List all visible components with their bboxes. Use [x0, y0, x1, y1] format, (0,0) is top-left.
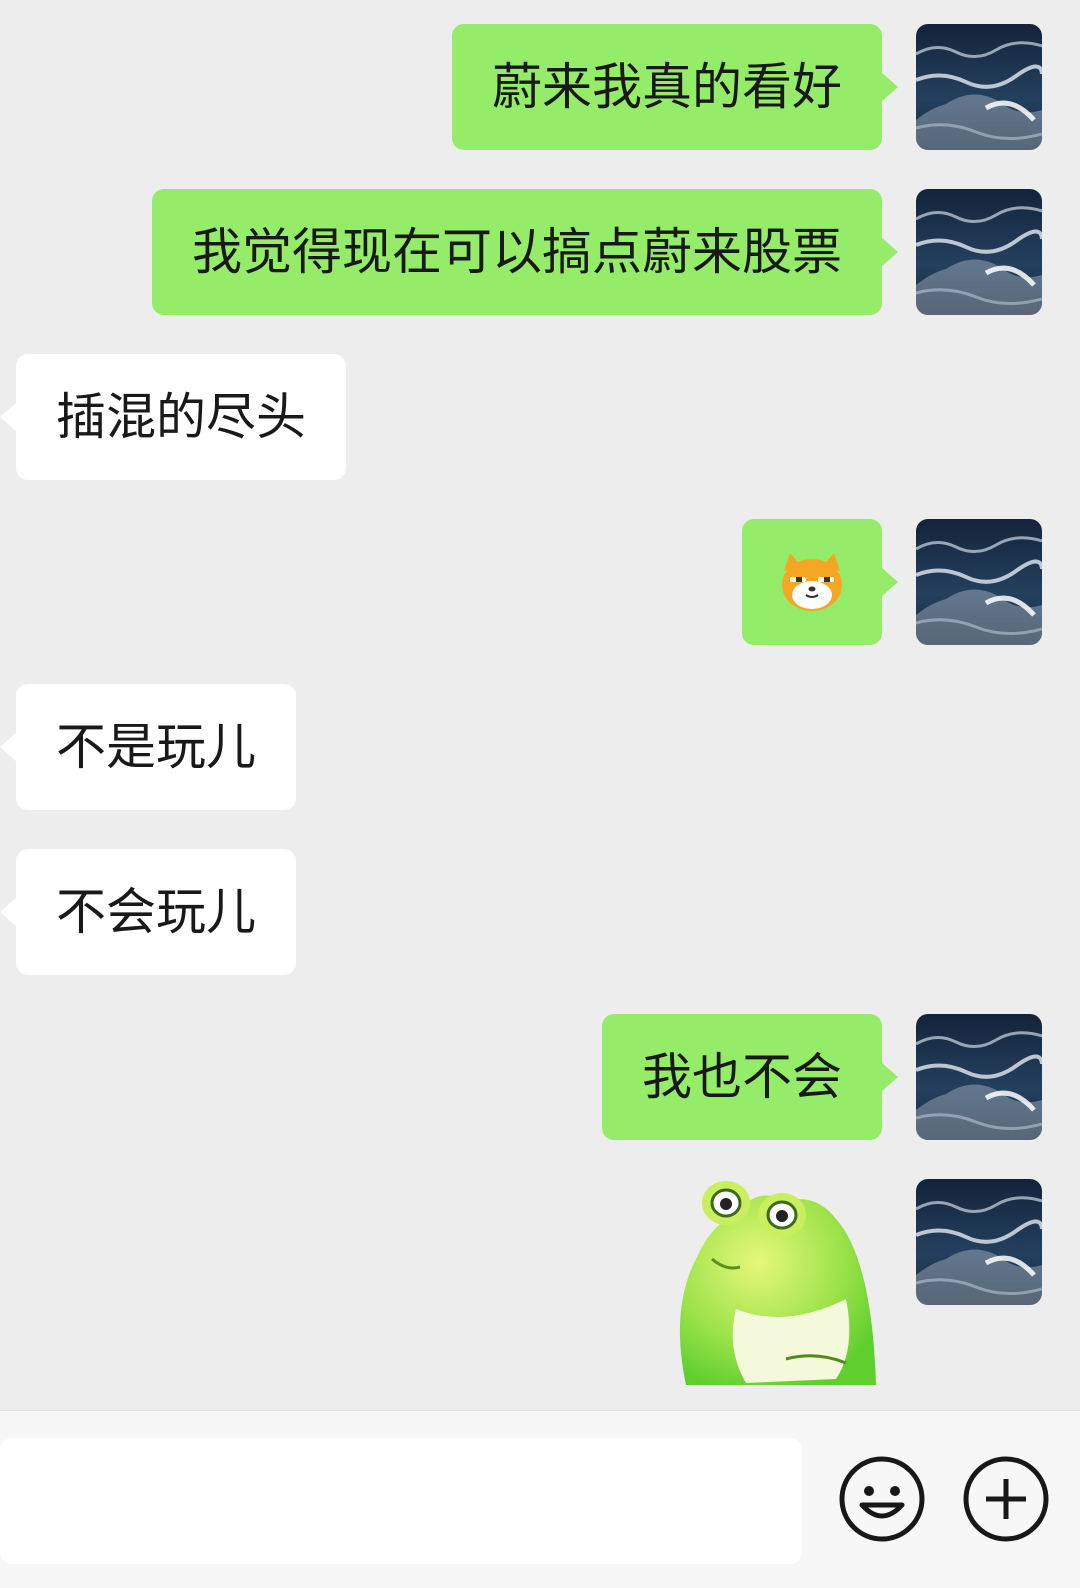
chat-input-bar [0, 1410, 1080, 1588]
ocean-waves-icon [916, 41, 1042, 150]
outgoing-emoji-bubble[interactable] [742, 519, 898, 645]
outgoing-message-bubble[interactable]: 我觉得现在可以搞点蔚来股票 [152, 189, 898, 315]
message-row [0, 519, 1080, 645]
message-row: 蔚来我真的看好 [0, 24, 1080, 150]
ocean-waves-icon [916, 536, 1042, 645]
user-avatar[interactable] [916, 519, 1042, 645]
user-avatar[interactable] [916, 189, 1042, 315]
message-row: 不是玩儿 [0, 684, 1080, 810]
ocean-waves-icon [916, 1031, 1042, 1140]
plus-circle-icon [963, 1456, 1049, 1542]
user-avatar[interactable] [916, 24, 1042, 150]
incoming-message-bubble[interactable]: 插混的尽头 [0, 354, 346, 480]
message-row: 不会玩儿 [0, 849, 1080, 975]
shiba-dog-emoji-icon [782, 553, 842, 611]
incoming-message-bubble[interactable]: 不是玩儿 [0, 684, 296, 810]
smiley-face-icon [839, 1456, 925, 1542]
ocean-waves-icon [916, 1196, 1042, 1305]
more-button[interactable] [962, 1455, 1050, 1543]
ocean-waves-icon [916, 206, 1042, 315]
emoji-button[interactable] [838, 1455, 926, 1543]
message-row: 插混的尽头 [0, 354, 1080, 480]
green-frog-sticker-icon [679, 1181, 876, 1385]
outgoing-message-bubble[interactable]: 我也不会 [602, 1014, 898, 1140]
message-row [0, 1179, 1080, 1385]
message-row: 我觉得现在可以搞点蔚来股票 [0, 189, 1080, 315]
frog-sticker[interactable] [676, 1179, 882, 1385]
chat-message-list[interactable]: 蔚来我真的看好 我觉得现在可以搞点蔚来股票 插混的尽头 不是玩儿 不会玩儿 我也… [0, 0, 1080, 1410]
incoming-message-bubble[interactable]: 不会玩儿 [0, 849, 296, 975]
message-input[interactable] [0, 1438, 802, 1564]
outgoing-message-bubble[interactable]: 蔚来我真的看好 [452, 24, 898, 150]
message-row: 我也不会 [0, 1014, 1080, 1140]
user-avatar[interactable] [916, 1179, 1042, 1305]
user-avatar[interactable] [916, 1014, 1042, 1140]
